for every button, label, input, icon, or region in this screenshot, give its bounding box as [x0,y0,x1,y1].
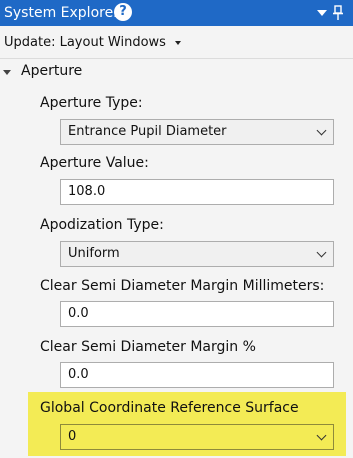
global-ref-surface-label: Global Coordinate Reference Surface [40,400,299,416]
clear-semi-mm-text: 0.0 [68,306,89,321]
aperture-type-value: Entrance Pupil Diameter [68,124,227,139]
update-dropdown[interactable]: Update: Layout Windows [4,35,166,51]
clear-semi-mm-label: Clear Semi Diameter Margin Millimeters: [40,278,325,294]
aperture-type-label: Aperture Type: [40,95,143,111]
clear-semi-pct-input[interactable]: 0.0 [60,362,334,388]
aperture-value-label: Aperture Value: [40,155,149,171]
window-title: System Explorer [4,5,119,21]
caret-down-icon[interactable] [175,41,181,45]
clear-semi-pct-label: Clear Semi Diameter Margin % [40,339,256,355]
title-bar: System Explorer ? [0,0,353,26]
aperture-type-select[interactable]: Entrance Pupil Diameter [60,119,334,145]
chevron-down-icon [316,247,327,258]
apodization-type-select[interactable]: Uniform [60,241,334,267]
help-icon[interactable]: ? [114,3,132,21]
section-title[interactable]: Aperture [21,63,82,80]
chevron-down-icon [316,430,327,441]
pin-icon[interactable] [331,5,345,21]
aperture-value-text: 108.0 [68,184,106,199]
chevron-down-icon [316,125,327,136]
clear-semi-pct-text: 0.0 [68,367,89,382]
dropdown-arrow-icon[interactable] [317,10,327,16]
clear-semi-mm-input[interactable]: 0.0 [60,301,334,327]
global-ref-surface-value: 0 [68,429,77,444]
update-toolbar: Update: Layout Windows [0,26,353,59]
apodization-type-label: Apodization Type: [40,217,164,233]
global-ref-surface-select[interactable]: 0 [60,424,334,450]
aperture-value-input[interactable]: 108.0 [60,179,334,205]
apodization-type-value: Uniform [68,246,120,261]
expand-arrow-icon[interactable] [3,70,11,75]
